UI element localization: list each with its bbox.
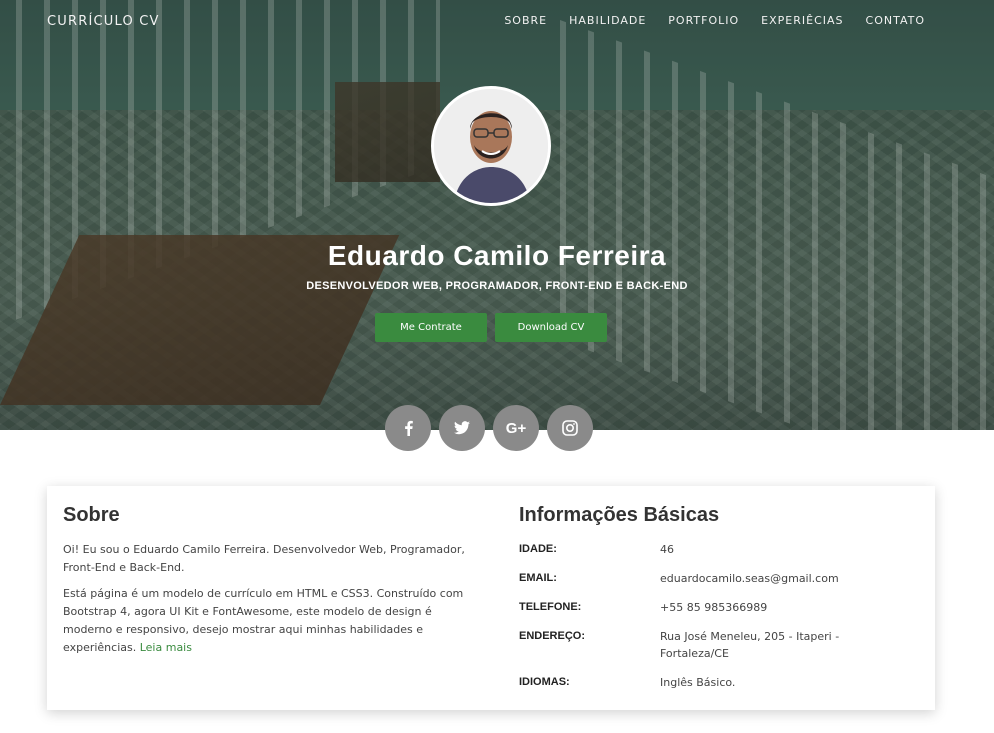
basic-info-title: Informações Básicas (519, 504, 720, 526)
nav-contato[interactable]: CONTATO (866, 14, 925, 27)
nav-habilidade[interactable]: HABILIDADE (569, 14, 646, 27)
hero-role: DESENVOLVEDOR WEB, PROGRAMADOR, FRONT-EN… (306, 280, 688, 292)
profile-avatar (431, 86, 551, 206)
info-row-age: IDADE: 46 (519, 541, 919, 558)
about-paragraph-1: Oi! Eu sou o Eduardo Camilo Ferreira. De… (63, 543, 465, 574)
info-label: IDIOMAS: (519, 676, 570, 688)
info-value: Inglês Básico. (660, 676, 736, 689)
twitter-icon[interactable] (439, 405, 485, 451)
info-label: EMAIL: (519, 572, 557, 584)
info-row-languages: IDIOMAS: Inglês Básico. (519, 674, 919, 691)
avatar-portrait (434, 89, 548, 203)
top-nav: SOBRE HABILIDADE PORTFOLIO EXPERIÊCIAS C… (504, 14, 925, 27)
basic-info-section: Informações Básicas IDADE: 46 EMAIL: edu… (519, 504, 919, 703)
about-card: Sobre Oi! Eu sou o Eduardo Camilo Ferrei… (47, 486, 935, 710)
about-title: Sobre (63, 504, 120, 526)
info-value: 46 (660, 543, 674, 556)
info-value: Rua José Meneleu, 205 - Itaperi - Fortal… (660, 630, 840, 660)
social-links: G+ (385, 405, 593, 451)
hero-overlay (0, 0, 994, 430)
info-value: eduardocamilo.seas@gmail.com (660, 572, 839, 585)
hire-me-button[interactable]: Me Contrate (375, 313, 487, 342)
facebook-icon[interactable] (385, 405, 431, 451)
info-row-phone: TELEFONE: +55 85 985366989 (519, 599, 919, 616)
instagram-icon[interactable] (547, 405, 593, 451)
nav-sobre[interactable]: SOBRE (504, 14, 547, 27)
nav-portfolio[interactable]: PORTFOLIO (668, 14, 739, 27)
info-value: +55 85 985366989 (660, 601, 768, 614)
info-row-address: ENDEREÇO: Rua José Meneleu, 205 - Itaper… (519, 628, 919, 662)
hero-name: Eduardo Camilo Ferreira (327, 240, 667, 271)
about-paragraph-2: Está página é um modelo de currículo em … (63, 585, 468, 657)
hero-banner: CURRÍCULO CV SOBRE HABILIDADE PORTFOLIO … (0, 0, 994, 430)
info-row-email: EMAIL: eduardocamilo.seas@gmail.com (519, 570, 919, 587)
info-label: TELEFONE: (519, 601, 582, 613)
about-section: Sobre Oi! Eu sou o Eduardo Camilo Ferrei… (63, 504, 468, 665)
brand-logo[interactable]: CURRÍCULO CV (47, 14, 160, 29)
about-paragraph-2-text: Está página é um modelo de currículo em … (63, 587, 464, 654)
info-label: IDADE: (519, 543, 557, 555)
info-label: ENDEREÇO: (519, 630, 586, 642)
google-plus-icon[interactable]: G+ (493, 405, 539, 451)
read-more-link[interactable]: Leia mais (140, 641, 192, 654)
download-cv-button[interactable]: Download CV (495, 313, 607, 342)
nav-experiencias[interactable]: EXPERIÊCIAS (761, 14, 843, 27)
